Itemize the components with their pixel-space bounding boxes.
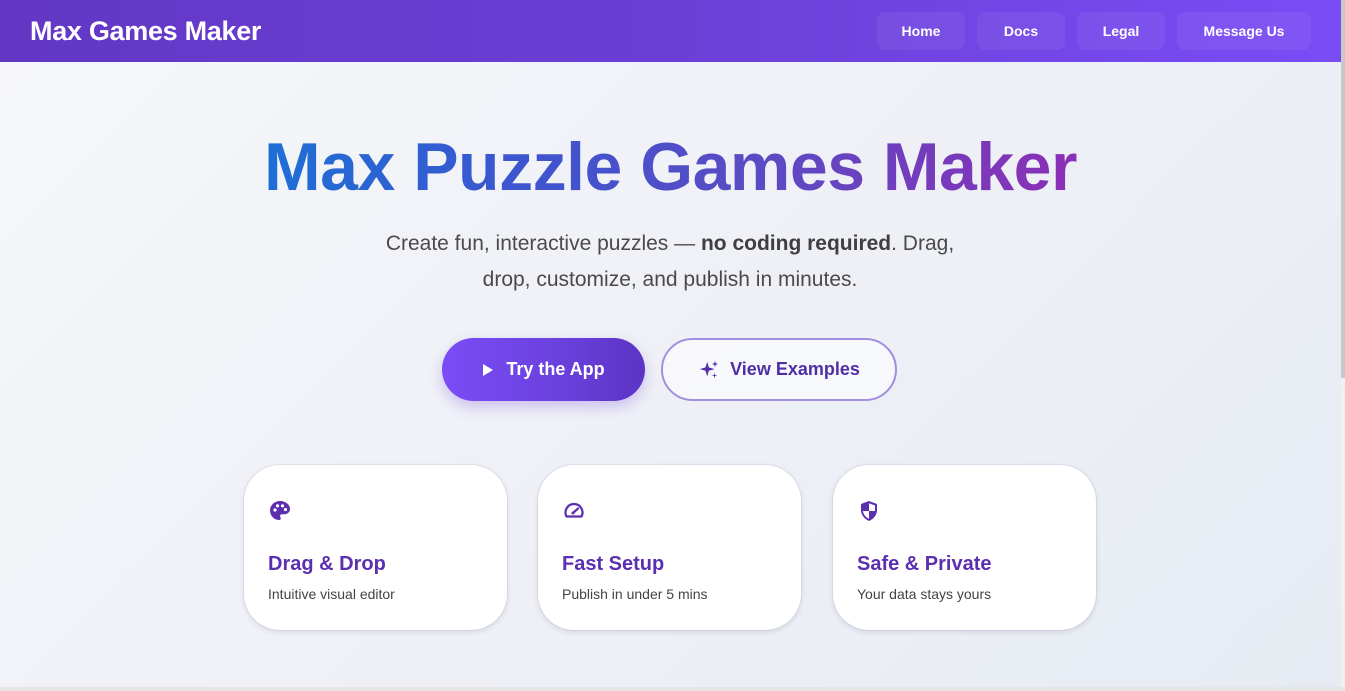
main-nav: Home Docs Legal Message Us bbox=[877, 12, 1311, 50]
speedometer-icon bbox=[562, 499, 586, 523]
nav-link-message-us[interactable]: Message Us bbox=[1177, 12, 1311, 50]
feature-description: Your data stays yours bbox=[857, 586, 992, 602]
feature-title: Safe & Private bbox=[857, 553, 992, 575]
palette-icon bbox=[268, 499, 292, 523]
hero-subtitle-bold: no coding required bbox=[700, 232, 892, 255]
hero-subtitle-part1: Create fun, interactive puzzles — bbox=[385, 232, 701, 255]
hero-title-text: Max Puzzle Games Maker bbox=[264, 129, 1077, 205]
scrollbar-thumb[interactable] bbox=[1341, 0, 1345, 378]
view-examples-button[interactable]: View Examples bbox=[661, 338, 897, 401]
feature-title: Drag & Drop bbox=[268, 553, 386, 575]
horizontal-scrollbar[interactable] bbox=[0, 687, 1345, 691]
feature-card-safe-private: Safe & Private Your data stays yours bbox=[833, 465, 1096, 630]
feature-description: Publish in under 5 mins bbox=[562, 586, 708, 602]
brand-logo[interactable]: Max Games Maker bbox=[30, 16, 261, 47]
nav-link-docs[interactable]: Docs bbox=[977, 12, 1065, 50]
nav-link-legal[interactable]: Legal bbox=[1077, 12, 1165, 50]
hero-title: Max Puzzle Games Maker bbox=[0, 126, 1341, 208]
hero-subtitle: Create fun, interactive puzzles — no cod… bbox=[370, 226, 970, 298]
vertical-scrollbar[interactable] bbox=[1341, 0, 1345, 691]
feature-card-fast-setup: Fast Setup Publish in under 5 mins bbox=[538, 465, 801, 630]
play-icon bbox=[482, 363, 494, 377]
try-app-button[interactable]: Try the App bbox=[442, 338, 645, 401]
feature-card-drag-drop: Drag & Drop Intuitive visual editor bbox=[244, 465, 507, 630]
feature-title: Fast Setup bbox=[562, 553, 665, 575]
sparkles-icon bbox=[698, 359, 720, 381]
page-viewport: Max Games Maker Home Docs Legal Message … bbox=[0, 0, 1341, 687]
feature-description: Intuitive visual editor bbox=[268, 586, 395, 602]
site-header: Max Games Maker Home Docs Legal Message … bbox=[0, 0, 1341, 62]
nav-link-home[interactable]: Home bbox=[877, 12, 965, 50]
shield-icon bbox=[857, 499, 881, 523]
view-examples-label: View Examples bbox=[730, 359, 860, 379]
try-app-label: Try the App bbox=[506, 359, 605, 379]
